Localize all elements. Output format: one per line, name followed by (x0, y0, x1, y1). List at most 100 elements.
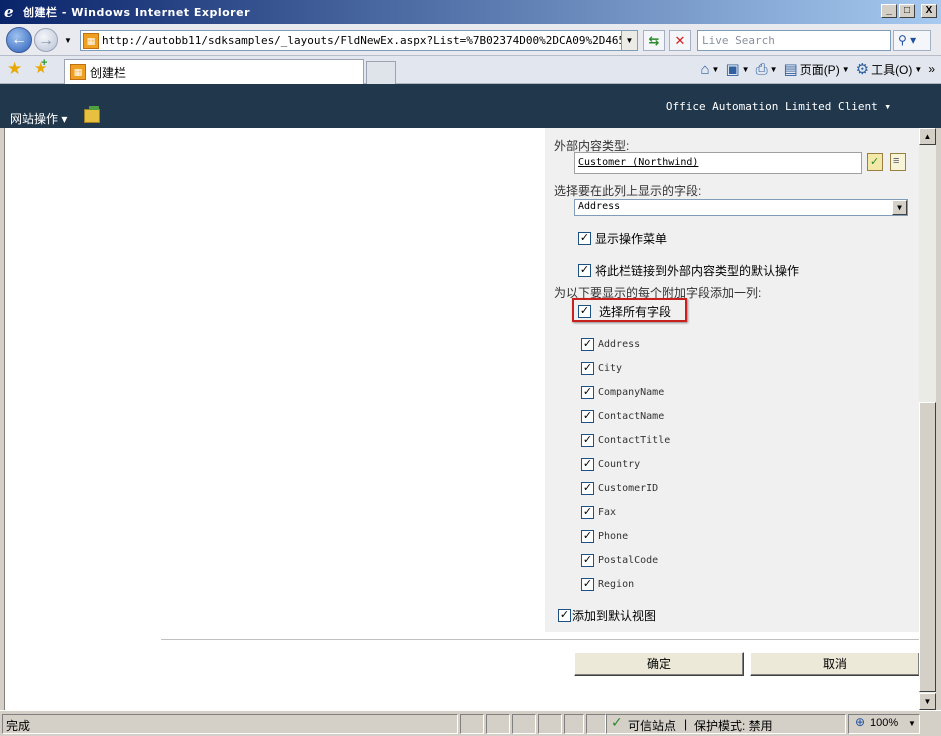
scroll-down-icon[interactable]: ▼ (919, 693, 936, 710)
zoom-dropdown-icon[interactable]: ▼ (908, 719, 916, 728)
back-button[interactable]: ← (6, 27, 32, 53)
window-title: 创建栏 - Windows Internet Explorer (23, 6, 250, 19)
ok-button[interactable]: 确定 (574, 652, 744, 676)
field-checkbox-postalcode[interactable]: ✓ PostalCode (581, 554, 658, 567)
refresh-icon[interactable]: ⇆ (643, 30, 665, 51)
select-all-label: 选择所有字段 (599, 305, 672, 319)
scroll-up-icon[interactable]: ▲ (919, 128, 936, 145)
window-controls: _ □ X (881, 4, 937, 18)
vertical-scrollbar[interactable]: ▲ ▼ (919, 128, 936, 710)
field-checkbox-address[interactable]: ✓ Address (581, 338, 640, 351)
field-name: Fax (598, 507, 617, 518)
checkbox-box[interactable]: ✓ (581, 530, 594, 543)
home-button[interactable]: ⌂ ▼ (700, 61, 719, 78)
checkbox-box[interactable]: ✓ (581, 506, 594, 519)
page-menu[interactable]: ▤ 页面(P) ▼ (784, 60, 850, 78)
field-name: Phone (598, 531, 629, 542)
checkbox-box[interactable]: ✓ (581, 554, 594, 567)
divider (161, 639, 919, 640)
tab-bar: ★ ★ + ▦ 创建栏 ⌂ ▼ ▣ ▼ ⎙ ▼ ▤ 页面(P) ▼ ⚙ 工具(O) ▼ » (0, 56, 941, 84)
checkbox-box[interactable]: ✓ (581, 386, 594, 399)
maximize-button[interactable]: □ (899, 4, 915, 18)
add-favorites-icon[interactable]: ★ + (34, 57, 47, 77)
checkbox-box[interactable]: ✓ (581, 578, 594, 591)
zoom-level: 100% (870, 717, 899, 729)
client-menu[interactable]: Office Automation Limited Client ▾ (666, 100, 891, 113)
link-default-checkbox[interactable]: ✓ 将此栏链接到外部内容类型的默认操作 (578, 262, 799, 279)
check-names-icon[interactable] (867, 153, 883, 171)
home-icon: ⌂ (700, 60, 710, 78)
show-menu-checkbox[interactable]: ✓ 显示操作菜单 (578, 230, 667, 247)
favorites-star-icon[interactable]: ★ (7, 59, 22, 79)
page-menu-label: 页面(P) (799, 62, 840, 77)
checkbox-box[interactable]: ✓ (581, 482, 594, 495)
rss-icon: ▣ (725, 61, 740, 78)
checkbox-box[interactable]: ✓ (578, 305, 591, 318)
address-toolbar: ← → ▼ ▦ http://autobb11/sdksamples/_layo… (0, 24, 941, 56)
field-select[interactable]: Address ▼ (574, 199, 908, 216)
url-field[interactable]: http://autobb11/sdksamples/_layouts/FldN… (102, 34, 621, 47)
history-dropdown-icon[interactable]: ▼ (64, 36, 72, 45)
cancel-button[interactable]: 取消 (750, 652, 919, 676)
checkbox-box[interactable]: ✓ (581, 362, 594, 375)
field-name: CustomerID (598, 483, 659, 494)
checkbox-box[interactable]: ✓ (581, 434, 594, 447)
client-name: Office Automation Limited Client (665, 100, 878, 113)
field-checkbox-city[interactable]: ✓ City (581, 362, 622, 375)
address-dropdown-icon[interactable]: ▼ (621, 31, 637, 50)
site-actions-label: 网站操作 (10, 112, 59, 126)
checkbox-box[interactable]: ✓ (581, 410, 594, 423)
zone-label: 可信站点 (628, 719, 677, 733)
field-checkbox-companyname[interactable]: ✓ CompanyName (581, 386, 664, 399)
field-checkbox-fax[interactable]: ✓ Fax (581, 506, 616, 519)
field-name: Region (598, 579, 635, 590)
new-tab-button[interactable] (366, 61, 396, 84)
close-button[interactable]: X (921, 4, 937, 18)
site-actions-menu[interactable]: 网站操作 ▾ (10, 110, 67, 127)
edit-page-icon[interactable] (84, 106, 100, 123)
field-checkbox-contacttitle[interactable]: ✓ ContactTitle (581, 434, 670, 447)
print-icon: ⎙ (755, 60, 768, 78)
page-icon: ▦ (83, 32, 99, 49)
checkbox-box[interactable]: ✓ (581, 458, 594, 471)
title-bar: e 创建栏 - Windows Internet Explorer _ □ X (0, 0, 941, 24)
add-default-view-checkbox[interactable]: ✓ 添加到默认视图 (558, 607, 656, 624)
print-button[interactable]: ⎙ ▼ (756, 61, 778, 78)
field-checkbox-phone[interactable]: ✓ Phone (581, 530, 628, 543)
select-all-checkbox[interactable]: ✓ 选择所有字段 (578, 303, 671, 320)
scroll-thumb[interactable] (919, 402, 936, 692)
gear-icon: ⚙ (855, 61, 870, 78)
browse-icon[interactable] (890, 153, 906, 171)
field-name: Address (598, 339, 641, 350)
checkbox-box[interactable]: ✓ (581, 338, 594, 351)
address-bar[interactable]: ▦ http://autobb11/sdksamples/_layouts/Fl… (80, 30, 638, 51)
checkbox-box[interactable]: ✓ (578, 232, 591, 245)
more-commands-button[interactable]: » (928, 62, 935, 76)
minimize-button[interactable]: _ (881, 4, 897, 18)
checkbox-box[interactable]: ✓ (578, 264, 591, 277)
ect-picker-input[interactable]: Customer (Northwind) (574, 152, 862, 174)
add-default-view-label: 添加到默认视图 (572, 609, 657, 623)
field-checkbox-customerid[interactable]: ✓ CustomerID (581, 482, 658, 495)
search-button[interactable]: ⚲ ▾ (893, 30, 931, 51)
tab-active[interactable]: ▦ 创建栏 (64, 59, 364, 84)
page-content: 外部内容类型: Customer (Northwind) 选择要在此列上显示的字… (4, 128, 919, 710)
feeds-button[interactable]: ▣ ▼ (725, 60, 749, 78)
tab-label: 创建栏 (90, 65, 127, 80)
field-name: PostalCode (598, 555, 659, 566)
forward-button[interactable]: → (34, 28, 58, 52)
field-name: ContactTitle (598, 435, 671, 446)
field-checkbox-contactname[interactable]: ✓ ContactName (581, 410, 664, 423)
trusted-site-icon: ✓ (611, 714, 623, 730)
field-checkbox-country[interactable]: ✓ Country (581, 458, 640, 471)
stop-icon[interactable]: ✕ (669, 30, 691, 51)
sharepoint-header: Office Automation Limited Client ▾ 网站操作 … (0, 84, 941, 128)
chevron-down-icon[interactable]: ▼ (892, 200, 907, 215)
checkbox-box[interactable]: ✓ (558, 609, 571, 622)
ie-logo-icon: e (4, 3, 14, 21)
field-selected-value: Address (578, 201, 621, 212)
field-checkbox-region[interactable]: ✓ Region (581, 578, 634, 591)
tools-menu[interactable]: ⚙ 工具(O) ▼ (856, 60, 923, 78)
show-menu-label: 显示操作菜单 (595, 232, 668, 246)
search-input[interactable]: Live Search (697, 30, 891, 51)
